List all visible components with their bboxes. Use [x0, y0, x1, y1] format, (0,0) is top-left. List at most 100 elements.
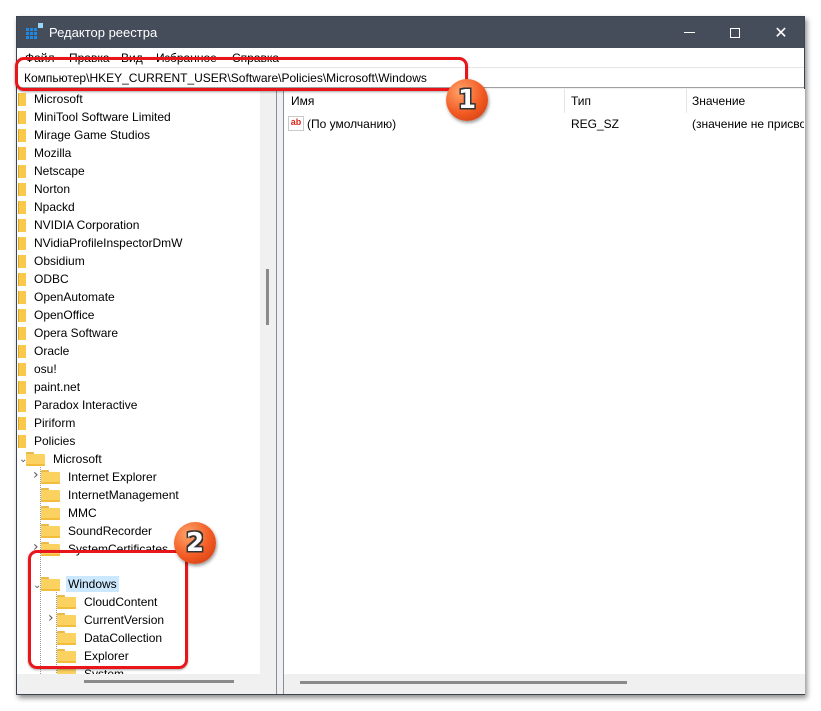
tree-item[interactable]: Netscape	[18, 162, 87, 180]
folder-icon	[18, 290, 26, 304]
registry-tree: Microsoft MiniTool Software Limited Mirage…	[17, 89, 276, 684]
tree-item[interactable]: MiniTool Software Limited	[18, 108, 173, 126]
expand-icon[interactable]: ›	[33, 539, 39, 555]
expand-icon[interactable]: ›	[33, 467, 39, 483]
tree-item[interactable]: Norton	[18, 180, 72, 198]
maximize-button[interactable]	[712, 17, 758, 48]
folder-icon	[18, 326, 26, 340]
folder-icon	[18, 344, 26, 358]
tree-horizontal-scrollbar[interactable]	[17, 674, 276, 688]
tree-item-windows[interactable]: Windows	[41, 575, 119, 593]
window-title: Редактор реестра	[49, 25, 158, 40]
menu-edit[interactable]: Правка	[69, 51, 110, 65]
column-divider[interactable]	[686, 89, 687, 113]
tree-item[interactable]: DataCollection	[57, 629, 164, 647]
tree-item-label: ODBC	[34, 272, 69, 286]
tree-item[interactable]: Piriform	[18, 414, 77, 432]
minimize-button[interactable]	[666, 17, 712, 48]
menu-view[interactable]: Вид	[121, 51, 143, 65]
tree-item[interactable]: NVIDIA Corporation	[18, 216, 141, 234]
tree-item-label: MiniTool Software Limited	[34, 110, 171, 124]
column-divider[interactable]	[564, 89, 565, 113]
tree-item-label: SystemCertificates	[68, 542, 169, 556]
folder-icon	[57, 631, 76, 645]
list-item[interactable]: ab (По умолчанию) REG_SZ (значение не пр…	[284, 115, 805, 133]
tree-item[interactable]: Npackd	[18, 198, 77, 216]
tree-item[interactable]: Obsidium	[18, 252, 87, 270]
folder-open-icon	[41, 577, 60, 591]
address-path[interactable]: Компьютер\HKEY_CURRENT_USER\Software\Pol…	[24, 71, 427, 85]
folder-icon	[18, 380, 26, 394]
tree-item[interactable]: Mirage Game Studios	[18, 126, 152, 144]
tree-item[interactable]: Explorer	[57, 647, 131, 665]
tree-item-label: Obsidium	[34, 254, 85, 268]
tree-item[interactable]: Microsoft	[18, 90, 85, 108]
tree-item[interactable]: osu!	[18, 360, 59, 378]
folder-icon	[18, 128, 26, 142]
tree-item[interactable]: CurrentVersion	[57, 611, 166, 629]
tree-item[interactable]: Oracle	[18, 342, 71, 360]
registry-editor-window: Редактор реестра ✕ Файл Правка Вид Избра…	[16, 16, 805, 695]
tree-item[interactable]: OpenOffice	[18, 306, 96, 324]
tree-item[interactable]: MMC	[41, 504, 99, 522]
column-name[interactable]: Имя	[291, 94, 314, 108]
folder-icon	[41, 488, 60, 502]
folder-icon	[18, 164, 26, 178]
expand-icon[interactable]: ›	[48, 610, 54, 626]
folder-icon	[18, 146, 26, 160]
scroll-thumb[interactable]	[84, 680, 234, 683]
folder-icon	[18, 236, 26, 250]
folder-icon	[41, 470, 60, 484]
value-type: REG_SZ	[571, 117, 620, 131]
tree-item-label: Netscape	[34, 164, 85, 178]
address-bar[interactable]: Компьютер\HKEY_CURRENT_USER\Software\Pol…	[17, 67, 804, 88]
column-type[interactable]: Тип	[571, 94, 591, 108]
menu-bar: Файл Правка Вид Избранное Справка	[17, 48, 804, 67]
tree-item-label: Piriform	[34, 416, 76, 430]
close-button[interactable]: ✕	[758, 17, 804, 48]
string-value-icon: ab	[288, 116, 304, 131]
scroll-thumb[interactable]	[300, 681, 627, 684]
list-horizontal-scrollbar[interactable]	[284, 674, 805, 694]
menu-help[interactable]: Справка	[232, 51, 279, 65]
tree-item[interactable]: Paradox Interactive	[18, 396, 139, 414]
folder-icon	[18, 254, 26, 268]
tree-vertical-scrollbar[interactable]	[260, 89, 276, 674]
tree-item-policies-microsoft[interactable]: Microsoft	[26, 450, 104, 468]
tree-item[interactable]: ODBC	[18, 270, 71, 288]
tree-item-label: osu!	[34, 362, 57, 376]
scroll-thumb[interactable]	[266, 269, 269, 325]
tree-item[interactable]: InternetManagement	[41, 486, 181, 504]
tree-item[interactable]: SystemCertificates	[41, 540, 170, 558]
folder-icon	[57, 595, 76, 609]
folder-icon	[18, 272, 26, 286]
tree-item[interactable]: OpenAutomate	[18, 288, 117, 306]
folder-icon	[18, 218, 26, 232]
tree-item[interactable]: CloudContent	[57, 593, 159, 611]
tree-item-label: Microsoft	[34, 92, 83, 106]
menu-favorites[interactable]: Избранное	[156, 51, 217, 65]
title-bar[interactable]: Редактор реестра ✕	[17, 17, 804, 48]
column-value[interactable]: Значение	[692, 94, 745, 108]
folder-icon	[41, 506, 60, 520]
tree-item[interactable]: Mozilla	[18, 144, 73, 162]
tree-item-label: CurrentVersion	[84, 613, 165, 627]
tree-item[interactable]: Policies	[18, 432, 77, 450]
close-icon: ✕	[774, 22, 788, 42]
tree-item[interactable]: Internet Explorer	[41, 468, 159, 486]
menu-file[interactable]: Файл	[25, 51, 55, 65]
tree-item-label: Policies	[34, 434, 76, 448]
tree-item[interactable]: NVidiaProfileInspectorDmW	[18, 234, 185, 252]
tree-item[interactable]: SoundRecorder	[41, 522, 154, 540]
tree-item-label: CloudContent	[84, 595, 158, 609]
tree-item-label: OpenAutomate	[34, 290, 115, 304]
pane-splitter[interactable]	[276, 89, 284, 694]
tree-item[interactable]: paint.net	[18, 378, 82, 396]
folder-icon	[18, 416, 26, 430]
tree-item[interactable]: Opera Software	[18, 324, 120, 342]
folder-icon	[18, 200, 26, 214]
tree-item-label: Oracle	[34, 344, 70, 358]
minimize-icon	[683, 32, 695, 33]
folder-icon	[18, 110, 26, 124]
maximize-icon	[730, 27, 740, 38]
